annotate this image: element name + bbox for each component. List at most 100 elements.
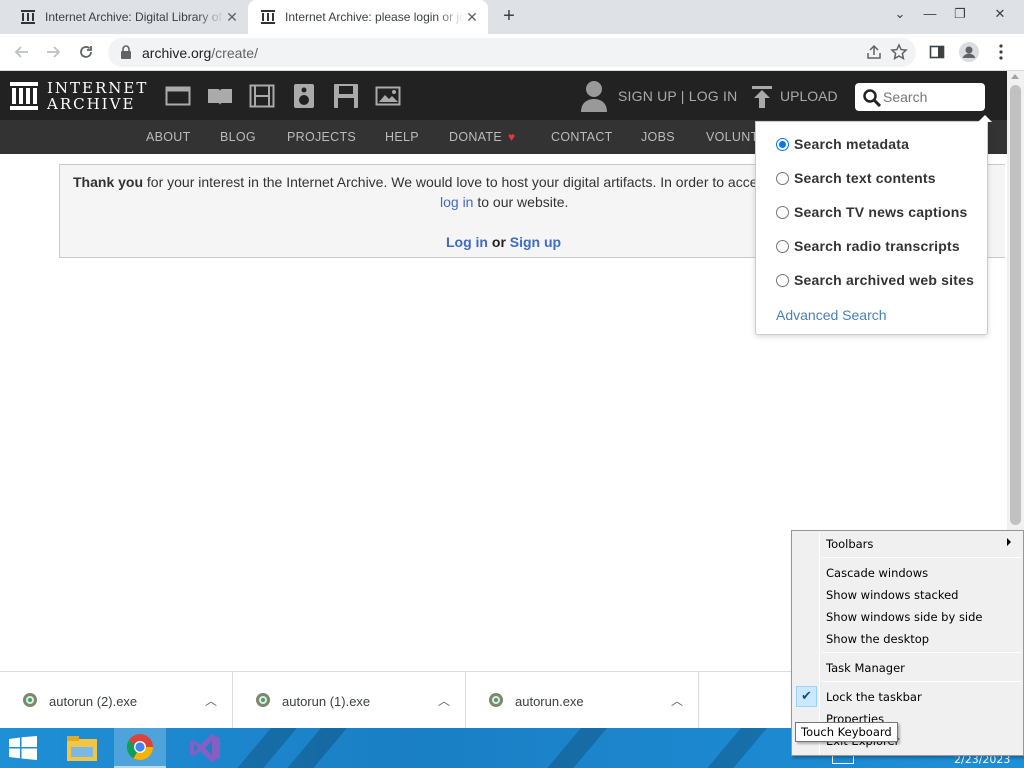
tab-title: Internet Archive: please login or join	[285, 10, 464, 24]
download-item[interactable]: autorun.exe ︿	[466, 672, 699, 729]
nav-help[interactable]: HELP	[385, 130, 419, 144]
search-option-text[interactable]: Search text contents	[776, 169, 936, 187]
search-option-web[interactable]: Search archived web sites	[776, 271, 974, 289]
radio-selected-icon[interactable]	[776, 137, 789, 151]
side-panel-icon[interactable]	[924, 39, 950, 65]
ia-logo-text: INTERNET ARCHIVE	[47, 80, 148, 112]
user-icon[interactable]	[580, 80, 608, 112]
search-icon[interactable]	[863, 89, 881, 107]
tab-digital-library[interactable]: Internet Archive: Digital Library of Fre…	[8, 0, 248, 34]
ia-search-box[interactable]	[855, 83, 985, 111]
address-bar[interactable]: archive.org/create/	[108, 38, 916, 67]
chevron-up-icon[interactable]: ︿	[671, 692, 683, 709]
chevron-up-icon[interactable]: ︿	[205, 692, 217, 709]
notice-body: for your interest in the Internet Archiv…	[143, 174, 758, 190]
exe-file-icon	[23, 693, 37, 707]
search-input[interactable]	[883, 87, 979, 107]
archive-favicon-icon	[261, 10, 275, 24]
menu-item-show-desktop[interactable]: Show the desktop	[826, 632, 929, 646]
advanced-search-link[interactable]: Advanced Search	[776, 307, 887, 323]
texts-icon[interactable]	[207, 84, 233, 108]
menu-item-lock-taskbar[interactable]: Lock the taskbar	[826, 690, 922, 704]
forward-arrow-icon[interactable]	[40, 39, 66, 65]
nav-volunteer[interactable]: VOLUNT	[706, 130, 759, 144]
window-restore-icon[interactable]: ❐	[945, 0, 975, 28]
notice-text-2: log in to our website.	[440, 194, 568, 210]
bookmark-star-icon[interactable]	[890, 43, 908, 61]
nav-donate[interactable]: DONATE ♥	[449, 130, 515, 144]
upload-icon[interactable]	[752, 86, 772, 108]
nav-blog[interactable]: BLOG	[220, 130, 256, 144]
share-icon[interactable]	[865, 43, 883, 61]
url-host: archive.org	[142, 45, 212, 61]
images-icon[interactable]	[375, 84, 401, 108]
menu-item-toolbars[interactable]: Toolbars	[826, 537, 873, 551]
menu-item-side-by-side[interactable]: Show windows side by side	[826, 610, 983, 624]
scroll-thumb[interactable]	[1010, 85, 1021, 525]
search-option-radio[interactable]: Search radio transcripts	[776, 237, 960, 255]
url-path: /create/	[211, 45, 258, 61]
windows-start-icon[interactable]	[9, 736, 37, 760]
audio-icon[interactable]	[291, 84, 317, 108]
option-label: Search archived web sites	[794, 272, 975, 288]
url-text[interactable]: archive.org/create/	[142, 45, 258, 61]
thank-you-text: Thank you	[73, 174, 144, 190]
ia-logo[interactable]: INTERNET ARCHIVE	[9, 80, 148, 112]
radio-icon[interactable]	[776, 171, 789, 185]
search-option-metadata[interactable]: Search metadata	[776, 135, 909, 153]
submenu-arrow-icon	[1007, 538, 1011, 546]
menu-separator	[822, 681, 1021, 682]
notice-text: Thank you for your interest in the Inter…	[73, 174, 758, 190]
lock-icon[interactable]	[120, 45, 132, 59]
visual-studio-taskbar-icon[interactable]	[179, 728, 231, 768]
download-item[interactable]: autorun (1).exe ︿	[233, 672, 466, 729]
upload-link[interactable]: UPLOAD	[780, 88, 838, 104]
window-minimize-icon[interactable]: —	[915, 0, 945, 28]
signup-login-link[interactable]: SIGN UP | LOG IN	[618, 88, 737, 104]
software-icon[interactable]	[333, 84, 359, 108]
tab-close-icon[interactable]: ✕	[464, 9, 480, 26]
new-tab-plus-icon[interactable]: +	[498, 6, 520, 28]
chevron-up-icon[interactable]: ︿	[438, 692, 450, 709]
web-icon[interactable]	[165, 84, 191, 108]
option-label: Search TV news captions	[794, 204, 968, 220]
nav-about[interactable]: ABOUT	[146, 130, 191, 144]
menu-item-stacked[interactable]: Show windows stacked	[826, 588, 958, 602]
window-close-icon[interactable]: ✕	[976, 0, 1024, 28]
exe-file-icon	[256, 693, 270, 707]
tab-search-chevron-icon[interactable]: ⌄	[885, 0, 915, 28]
notice-body-2: to our website.	[473, 194, 569, 210]
menu-separator	[822, 557, 1021, 558]
radio-icon[interactable]	[776, 205, 789, 219]
touch-keyboard-tooltip: Touch Keyboard	[795, 722, 898, 742]
tab-please-login[interactable]: Internet Archive: please login or join ✕	[248, 0, 488, 34]
menu-item-cascade[interactable]: Cascade windows	[826, 566, 928, 580]
signup-link[interactable]: Sign up	[510, 234, 561, 250]
scroll-up-arrow-icon[interactable]	[1011, 74, 1019, 79]
nav-projects[interactable]: PROJECTS	[287, 130, 356, 144]
logo-line2: ARCHIVE	[47, 95, 136, 113]
back-arrow-icon[interactable]	[9, 39, 35, 65]
login-link[interactable]: Log in	[446, 234, 488, 250]
archive-building-icon	[10, 82, 38, 110]
nav-jobs[interactable]: JOBS	[641, 130, 675, 144]
radio-icon[interactable]	[776, 239, 789, 253]
checkmark-icon: ✔	[796, 686, 817, 707]
radio-icon[interactable]	[776, 273, 789, 287]
logo-line1: INTERNET	[47, 79, 149, 97]
taskbar-stripe	[530, 728, 616, 768]
chrome-taskbar-icon[interactable]	[114, 728, 166, 768]
download-item[interactable]: autorun (2).exe ︿	[0, 672, 233, 729]
inline-login-link[interactable]: log in	[440, 194, 473, 210]
video-icon[interactable]	[249, 84, 275, 108]
browser-menu-kebab-icon[interactable]	[988, 39, 1014, 65]
file-explorer-taskbar-icon[interactable]	[56, 728, 108, 768]
reload-icon[interactable]	[73, 39, 99, 65]
tab-title: Internet Archive: Digital Library of Fre…	[45, 10, 224, 24]
search-option-tv[interactable]: Search TV news captions	[776, 203, 967, 221]
profile-avatar-icon[interactable]	[956, 39, 982, 65]
menu-item-task-manager[interactable]: Task Manager	[826, 661, 905, 675]
option-label: Search text contents	[794, 170, 936, 186]
tab-close-icon[interactable]: ✕	[224, 9, 240, 26]
nav-contact[interactable]: CONTACT	[551, 130, 613, 144]
